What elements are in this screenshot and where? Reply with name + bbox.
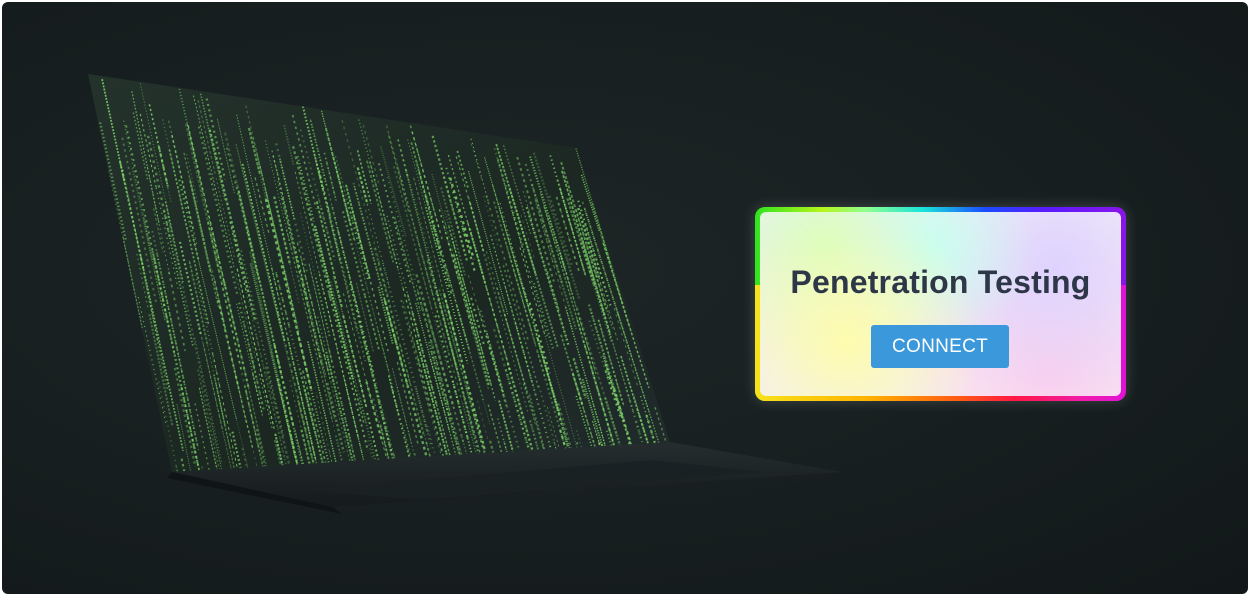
card-title: Penetration Testing — [790, 264, 1091, 300]
page-background: Penetration Testing CONNECT — [2, 2, 1248, 594]
connect-card-body: Penetration Testing CONNECT — [760, 212, 1121, 396]
connect-button[interactable]: CONNECT — [871, 325, 1009, 368]
connect-card: Penetration Testing CONNECT — [755, 207, 1126, 402]
